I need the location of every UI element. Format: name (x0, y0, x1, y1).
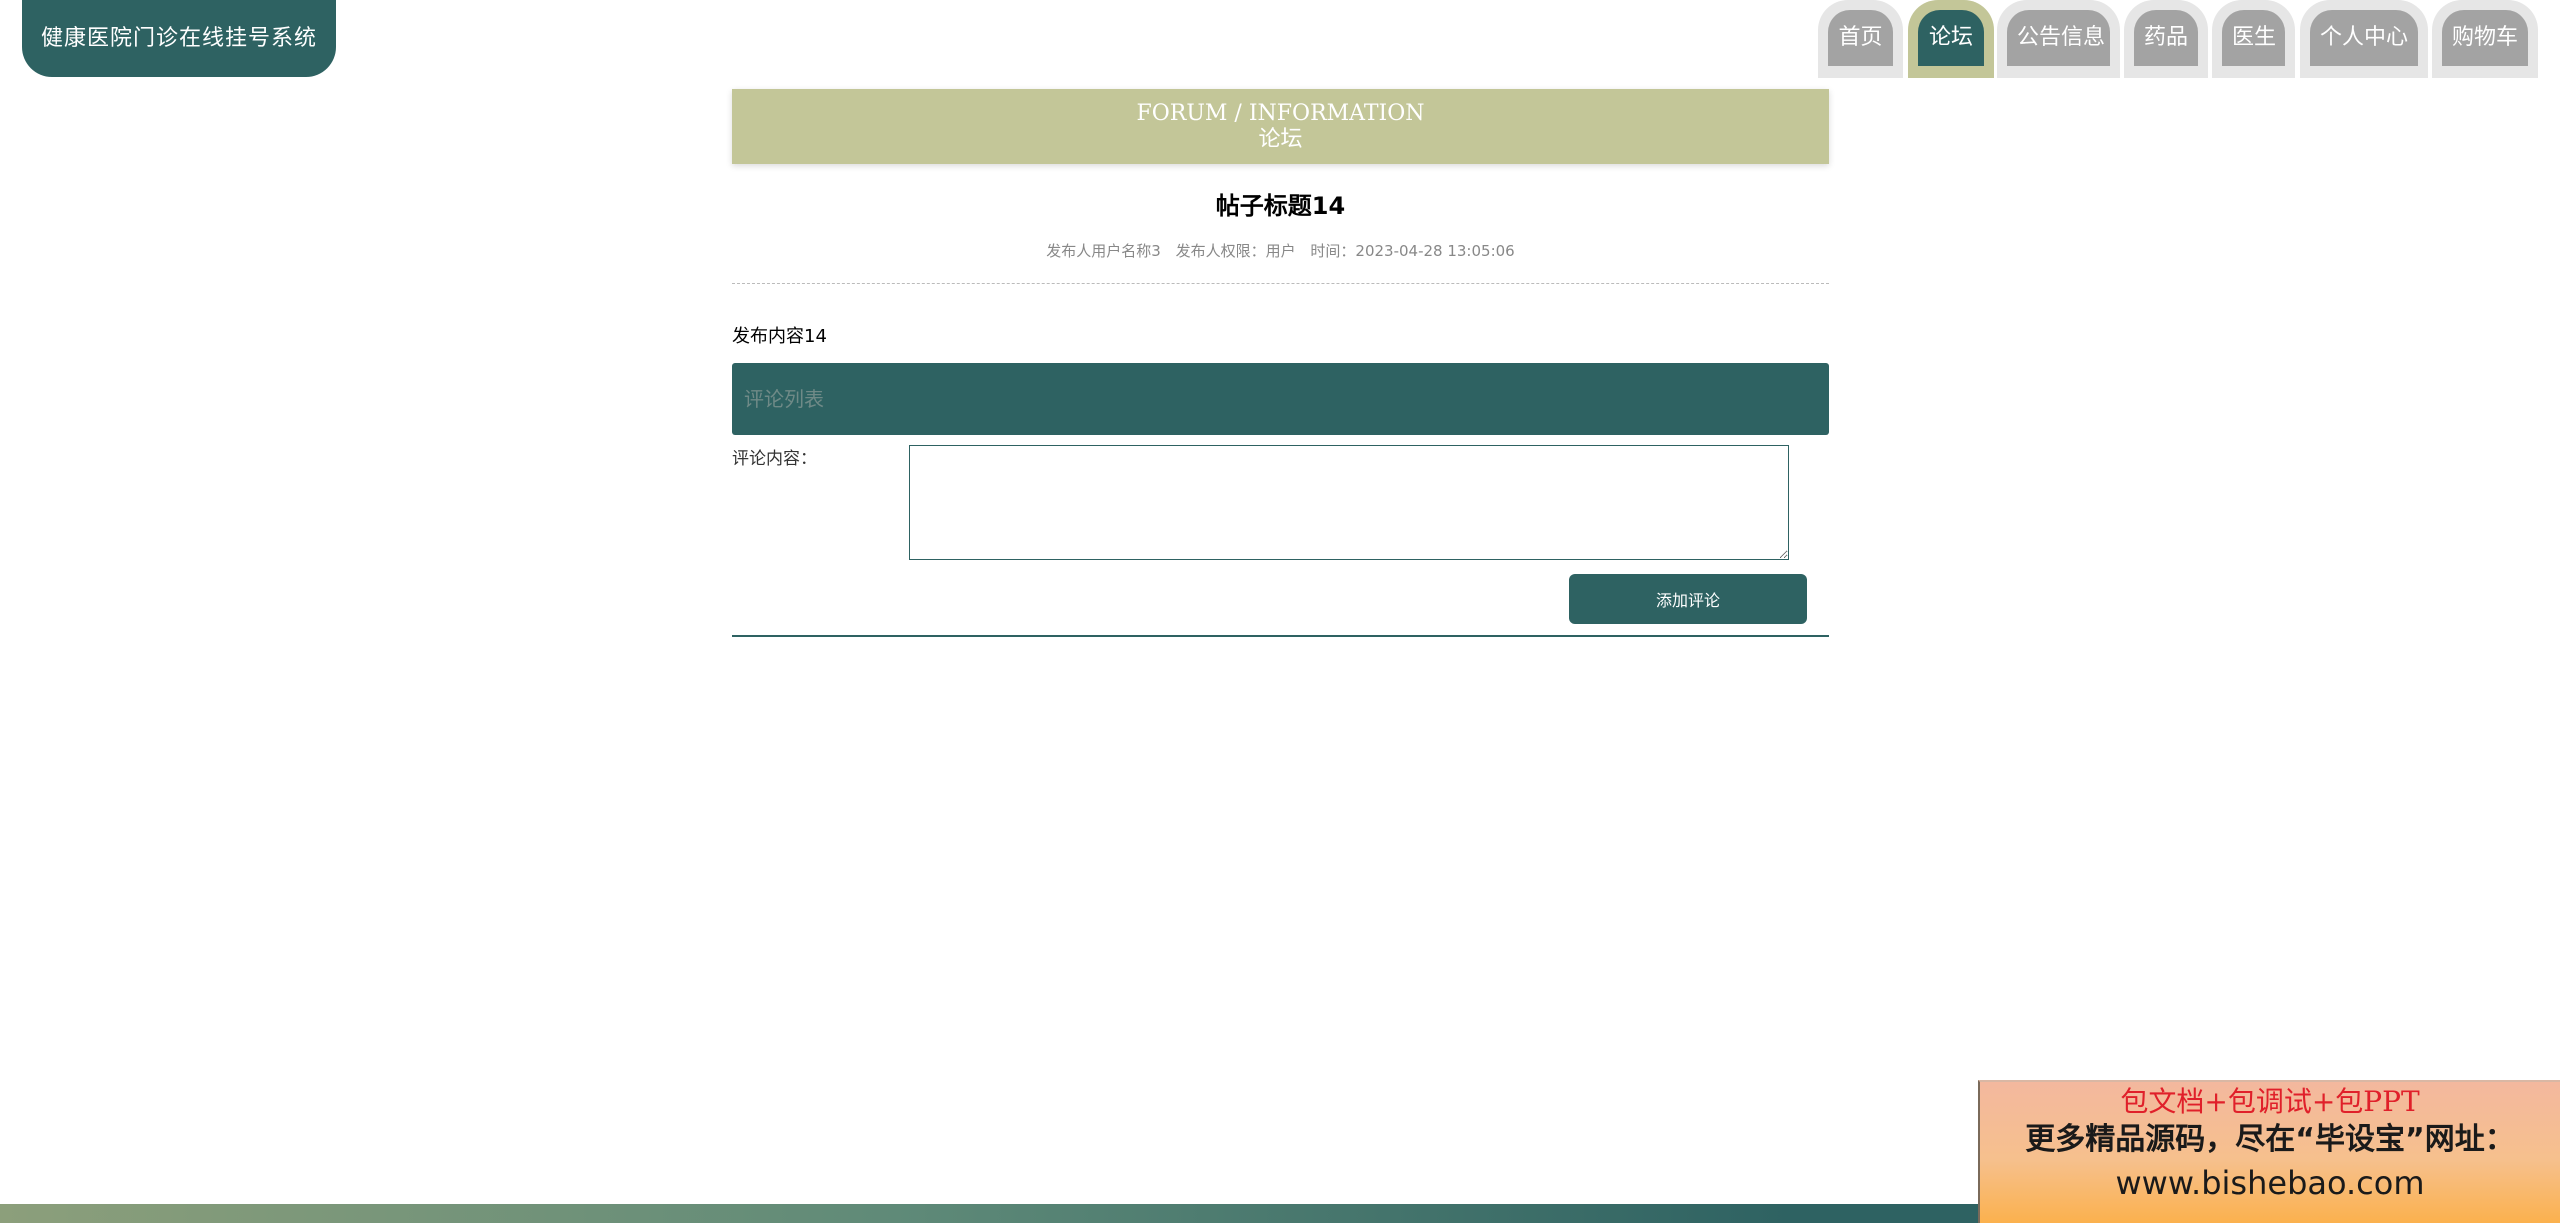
nav-item-label: 公告信息 (2007, 10, 2110, 66)
nav-item-notices[interactable]: 公告信息 (1997, 0, 2120, 78)
nav-item-label: 药品 (2134, 10, 2198, 66)
post-content: 发布内容14 (732, 326, 827, 347)
nav-item-label: 医生 (2222, 10, 2285, 66)
nav-item-forum[interactable]: 论坛 (1908, 0, 1994, 78)
post-title: 帖子标题14 (1215, 192, 1346, 220)
nav-item-label: 论坛 (1918, 10, 1984, 66)
banner-title-cn: 论坛 (1258, 127, 1303, 152)
promo-url: www.bishebao.com (2115, 1164, 2425, 1202)
page-title-banner: FORUM / INFORMATION 论坛 (732, 89, 1829, 164)
nav-item-label: 购物车 (2442, 10, 2528, 66)
post-meta: 发布人用户名称3 发布人权限：用户 时间：2023-04-28 13:05:06 (732, 240, 1829, 261)
post-author: 发布人用户名称3 (1046, 242, 1161, 260)
nav-item-home[interactable]: 首页 (1818, 0, 1903, 78)
nav-item-label: 个人中心 (2310, 10, 2418, 66)
nav-item-medicine[interactable]: 药品 (2124, 0, 2208, 78)
banner-title-en: FORUM / INFORMATION (1136, 101, 1425, 126)
post-time: 时间：2023-04-28 13:05:06 (1310, 242, 1515, 260)
add-comment-button[interactable]: 添加评论 (1569, 574, 1807, 624)
top-nav: 首页 论坛 公告信息 药品 医生 个人中心 购物车 (0, 0, 2560, 80)
nav-item-cart[interactable]: 购物车 (2432, 0, 2538, 78)
promo-banner[interactable]: 包文档+包调试+包PPT 更多精品源码，尽在“毕设宝”网址： www.bishe… (1978, 1080, 2560, 1223)
comment-list-header: 评论列表 (732, 363, 1829, 435)
post-author-role: 发布人权限：用户 (1175, 242, 1296, 260)
divider (732, 283, 1829, 284)
nav-item-label: 首页 (1828, 10, 1893, 66)
promo-line-1: 包文档+包调试+包PPT (2120, 1085, 2420, 1118)
divider (732, 635, 1829, 637)
comment-textarea[interactable] (909, 445, 1789, 560)
nav-item-profile[interactable]: 个人中心 (2300, 0, 2428, 78)
nav-item-doctors[interactable]: 医生 (2212, 0, 2295, 78)
promo-line-2: 更多精品源码，尽在“毕设宝”网址： (2025, 1122, 2515, 1157)
comment-content-label: 评论内容： (732, 449, 817, 469)
